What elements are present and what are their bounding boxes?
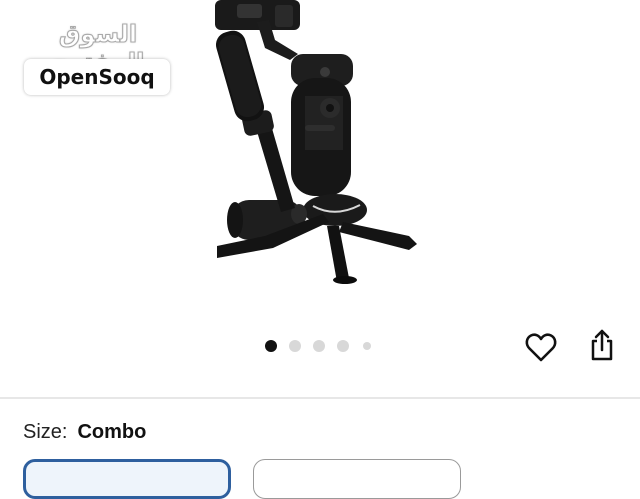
section-divider xyxy=(0,397,640,399)
watermark-badge: OpenSooq xyxy=(24,59,170,95)
size-selector-header: Size: Combo xyxy=(23,421,146,444)
product-image xyxy=(215,0,417,284)
size-label: Size: xyxy=(23,421,68,443)
opensooq-watermark: السوق المفتوح OpenSooq xyxy=(22,19,174,100)
pagination-dot[interactable] xyxy=(289,340,301,352)
pagination-dot[interactable] xyxy=(265,340,277,352)
share-button[interactable] xyxy=(586,327,618,363)
watermark-brand-text: OpenSooq xyxy=(39,65,155,89)
size-option-combo[interactable] xyxy=(23,459,231,499)
favorite-button[interactable] xyxy=(524,330,558,364)
image-pagination xyxy=(265,339,383,353)
pagination-dot[interactable] xyxy=(313,340,325,352)
share-icon xyxy=(591,329,613,361)
selected-size-value: Combo xyxy=(77,421,147,443)
pagination-dot[interactable] xyxy=(363,342,371,350)
pagination-dot[interactable] xyxy=(337,340,349,352)
heart-icon xyxy=(525,333,557,362)
size-option-alternate[interactable] xyxy=(253,459,461,499)
